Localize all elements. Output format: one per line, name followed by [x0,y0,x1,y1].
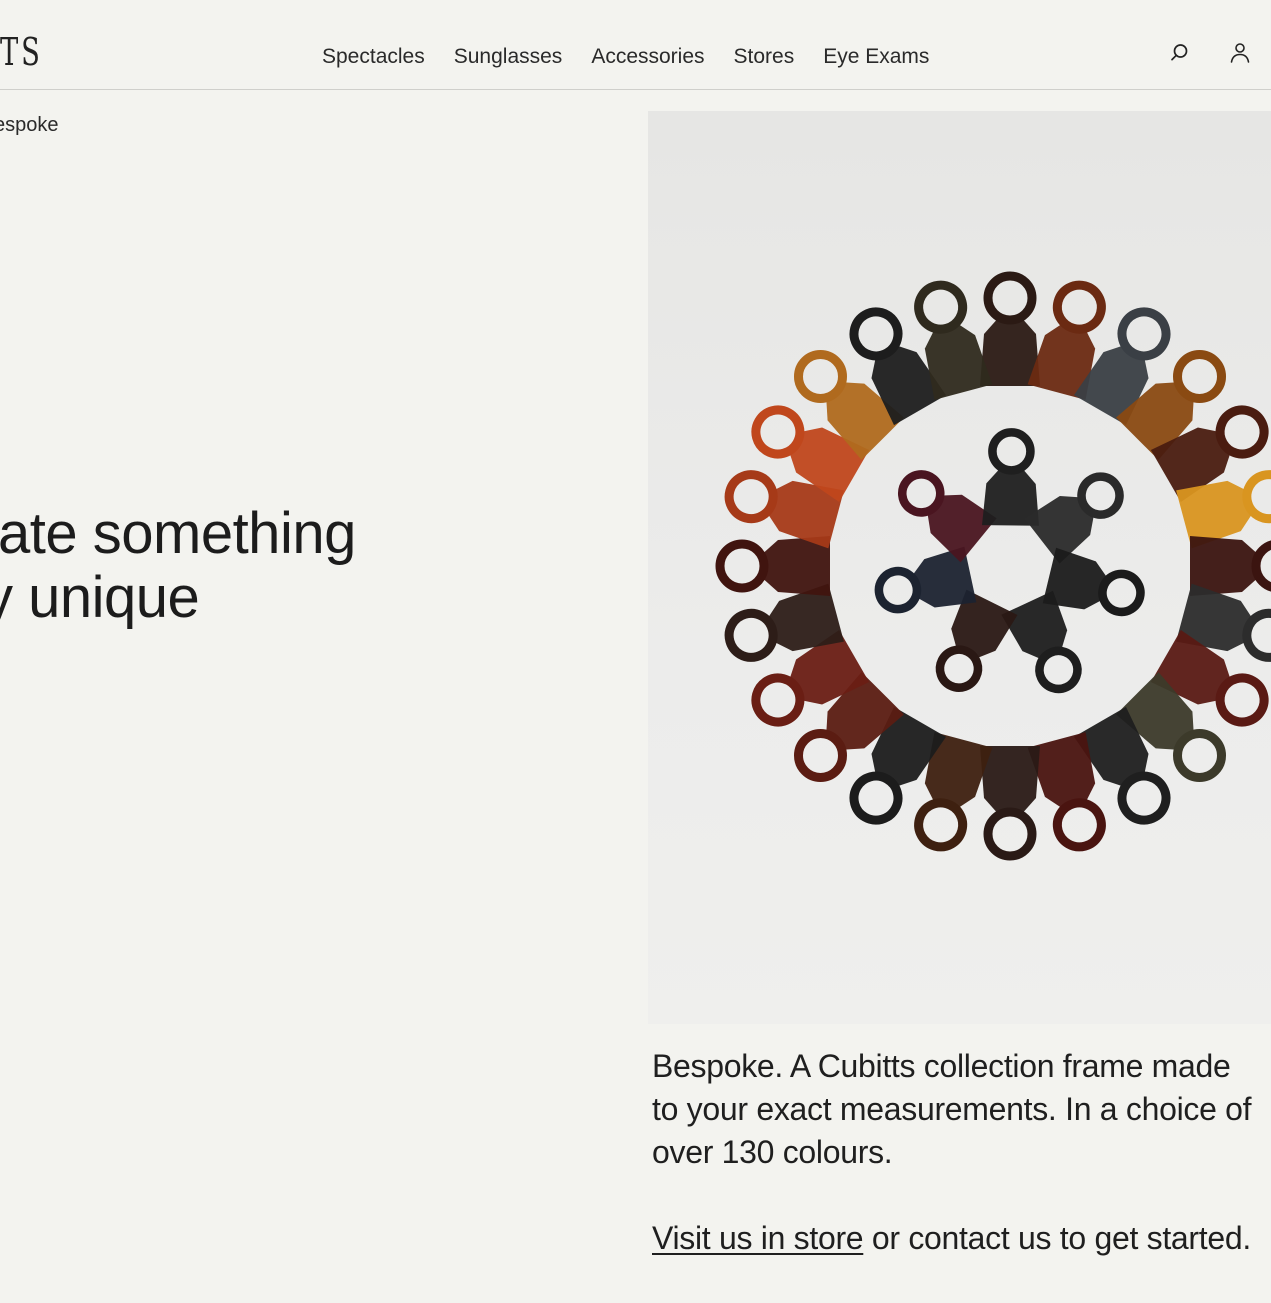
site-header: TS Spectacles Sunglasses Accessories Sto… [0,0,1271,90]
bespoke-cta: Visit us in store or contact us to get s… [652,1217,1262,1260]
search-button[interactable] [1164,38,1194,68]
breadcrumb-current: espoke [0,114,59,136]
search-icon [1171,44,1188,61]
bespoke-caption: Bespoke. A Cubitts collection frame made… [652,1045,1262,1260]
nav-sunglasses[interactable]: Sunglasses [454,45,563,69]
cta-text: or contact us to get started. [863,1220,1251,1256]
swatch-wheel-illustration [715,271,1271,861]
nav-stores[interactable]: Stores [734,45,795,69]
brand-logo[interactable]: TS [0,30,43,74]
nav-spectacles[interactable]: Spectacles [322,45,425,69]
breadcrumb: espoke [0,114,59,137]
main-nav: Spectacles Sunglasses Accessories Stores… [322,45,929,69]
page-title: ate something y unique [0,502,600,630]
bespoke-description: Bespoke. A Cubitts collection frame made… [652,1048,1252,1170]
account-icon [1230,43,1250,63]
nav-accessories[interactable]: Accessories [591,45,704,69]
hero-image [648,111,1271,1024]
visit-store-link[interactable]: Visit us in store [652,1220,864,1256]
nav-eye-exams[interactable]: Eye Exams [823,45,929,69]
account-button[interactable] [1225,38,1255,68]
page-title-line-1: ate something [0,502,356,566]
page-title-line-2: y unique [0,565,200,630]
